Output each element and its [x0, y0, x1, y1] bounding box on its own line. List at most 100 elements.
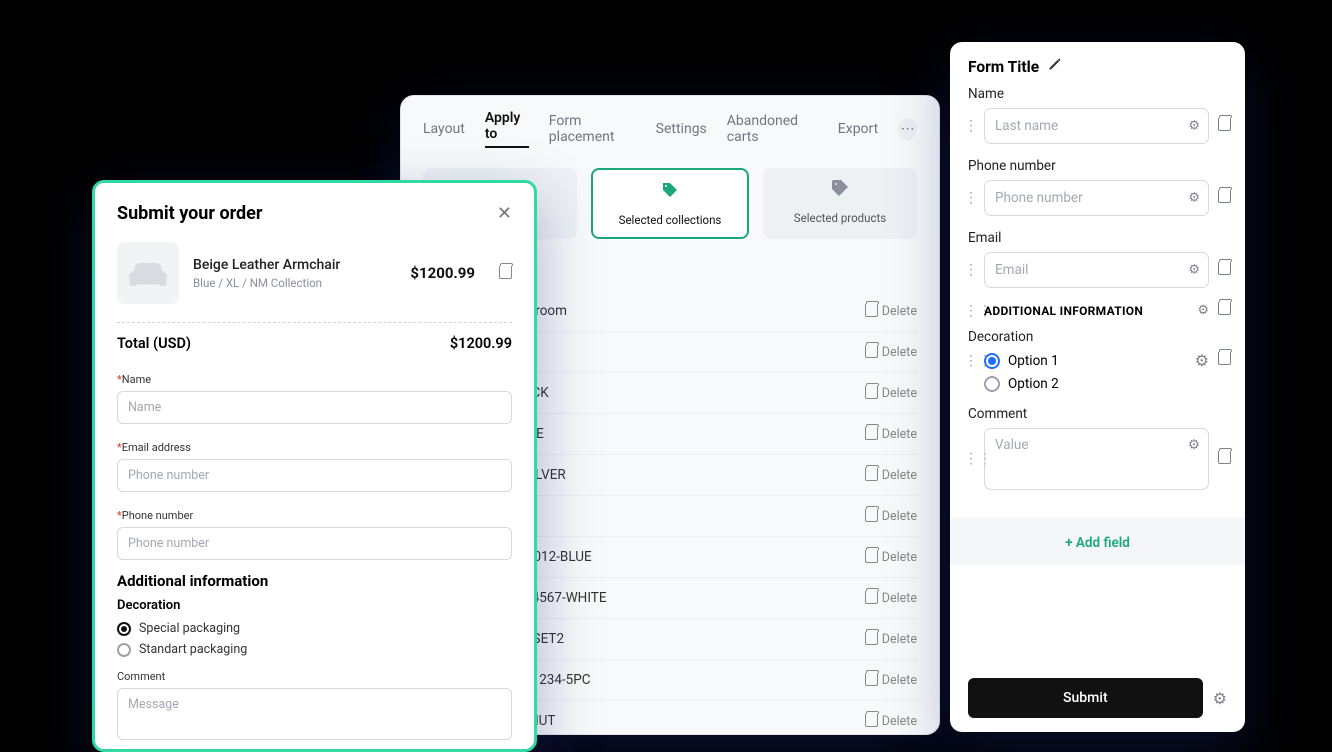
tab-abandoned-carts[interactable]: Abandoned carts [727, 113, 818, 145]
delete-collection-button[interactable]: Delete [865, 427, 917, 442]
trash-icon [865, 673, 878, 687]
remove-item-button[interactable] [499, 266, 512, 280]
total-label: Total (USD) [117, 335, 191, 352]
drag-handle-icon[interactable]: ⋮⋮ [964, 303, 976, 319]
form-builder-panel: Form Title Name ⋮⋮ Last name ⚙ Phone num… [950, 42, 1245, 732]
delete-collection-button[interactable]: Delete [865, 468, 917, 483]
delete-label: Delete [882, 673, 917, 688]
trash-icon [1218, 352, 1231, 366]
trash-icon [865, 427, 878, 441]
option-2-label: Option 2 [1008, 376, 1231, 392]
gear-icon[interactable]: ⚙ [1188, 191, 1200, 206]
builder-name-input[interactable]: Last name ⚙ [984, 108, 1209, 144]
builder-phone-input[interactable]: Phone number ⚙ [984, 180, 1209, 216]
gear-icon[interactable]: ⚙ [1213, 689, 1227, 708]
delete-label: Delete [882, 386, 917, 401]
builder-name-label: Name [968, 86, 1227, 102]
decoration-heading: Decoration [117, 598, 512, 613]
builder-email-input[interactable]: Email ⚙ [984, 252, 1209, 288]
item-thumbnail [117, 242, 179, 304]
trash-icon [865, 468, 878, 482]
tag-icon [660, 180, 680, 205]
apply-selected-collections[interactable]: Selected collections [591, 168, 749, 239]
divider [117, 322, 512, 323]
pricetag-icon [830, 178, 850, 203]
delete-field-button[interactable] [1217, 118, 1231, 135]
delete-label: Delete [882, 468, 917, 483]
gear-icon[interactable]: ⚙ [1197, 303, 1209, 318]
tab-form-placement[interactable]: Form placement [549, 113, 636, 145]
option-1-label: Option 1 [1008, 353, 1187, 369]
trash-icon [1218, 302, 1231, 316]
delete-field-button[interactable] [1217, 190, 1231, 207]
add-field-bar: + Add field [950, 518, 1245, 565]
delete-option-button[interactable] [1217, 352, 1231, 369]
tab-bar: Layout Apply to Form placement Settings … [401, 96, 939, 162]
drag-handle-icon[interactable]: ⋮⋮ [964, 190, 976, 206]
trash-icon [1218, 451, 1231, 465]
delete-section-button[interactable] [1217, 302, 1231, 319]
radio-label: Standart packaging [139, 642, 247, 657]
apply-option-label: Selected products [794, 211, 886, 225]
radio-icon [117, 622, 131, 636]
delete-collection-button[interactable]: Delete [865, 632, 917, 647]
tab-export[interactable]: Export [838, 121, 878, 137]
trash-icon [865, 714, 878, 728]
tab-settings[interactable]: Settings [656, 121, 707, 137]
submit-button[interactable]: Submit [968, 678, 1203, 718]
delete-collection-button[interactable]: Delete [865, 591, 917, 606]
delete-label: Delete [882, 304, 917, 319]
drag-handle-icon[interactable]: ⋮⋮ [964, 451, 976, 467]
item-tags: Blue / XL / NM Collection [193, 276, 396, 290]
radio-icon[interactable] [984, 353, 1000, 369]
tab-apply-to[interactable]: Apply to [485, 110, 529, 148]
delete-label: Delete [882, 427, 917, 442]
trash-icon [865, 632, 878, 646]
modal-title: Submit your order [117, 203, 262, 224]
delete-collection-button[interactable]: Delete [865, 345, 917, 360]
comment-textarea[interactable] [117, 688, 512, 740]
trash-icon [865, 509, 878, 523]
delete-label: Delete [882, 714, 917, 729]
delete-collection-button[interactable]: Delete [865, 550, 917, 565]
delete-collection-button[interactable]: Delete [865, 714, 917, 729]
builder-title: Form Title [968, 58, 1039, 76]
radio-icon[interactable] [984, 376, 1000, 392]
drag-handle-icon[interactable]: ⋮⋮ [964, 353, 976, 369]
delete-field-button[interactable] [1217, 262, 1231, 279]
name-input[interactable] [117, 391, 512, 424]
trash-icon [1218, 262, 1231, 276]
delete-collection-button[interactable]: Delete [865, 304, 917, 319]
name-label: *Name [117, 373, 151, 386]
item-name: Beige Leather Armchair [193, 257, 396, 273]
tab-layout[interactable]: Layout [423, 121, 465, 137]
delete-field-button[interactable] [1217, 451, 1231, 468]
radio-special-packaging[interactable]: Special packaging [117, 621, 512, 636]
delete-collection-button[interactable]: Delete [865, 386, 917, 401]
delete-label: Delete [882, 509, 917, 524]
radio-label: Special packaging [139, 621, 240, 636]
delete-collection-button[interactable]: Delete [865, 509, 917, 524]
trash-icon [865, 304, 878, 318]
more-tabs-icon[interactable]: ⋯ [898, 118, 917, 140]
close-icon[interactable]: ✕ [497, 203, 512, 224]
add-field-button[interactable]: + Add field [1065, 535, 1130, 551]
delete-collection-button[interactable]: Delete [865, 673, 917, 688]
drag-handle-icon[interactable]: ⋮⋮ [964, 262, 976, 278]
gear-icon[interactable]: ⚙ [1188, 263, 1200, 278]
gear-icon[interactable]: ⚙ [1188, 119, 1200, 134]
trash-icon [1218, 190, 1231, 204]
email-input[interactable] [117, 459, 512, 492]
radio-standart-packaging[interactable]: Standart packaging [117, 642, 512, 657]
builder-decoration-label: Decoration [968, 329, 1227, 345]
total-value: $1200.99 [450, 335, 512, 352]
edit-title-icon[interactable] [1047, 58, 1061, 76]
delete-label: Delete [882, 345, 917, 360]
gear-icon[interactable]: ⚙ [1195, 351, 1209, 370]
delete-label: Delete [882, 550, 917, 565]
drag-handle-icon[interactable]: ⋮⋮ [964, 118, 976, 134]
gear-icon[interactable]: ⚙ [1188, 437, 1200, 453]
phone-input[interactable] [117, 527, 512, 560]
builder-comment-textarea[interactable]: Value ⚙ [984, 428, 1209, 490]
apply-selected-products[interactable]: Selected products [763, 168, 917, 239]
